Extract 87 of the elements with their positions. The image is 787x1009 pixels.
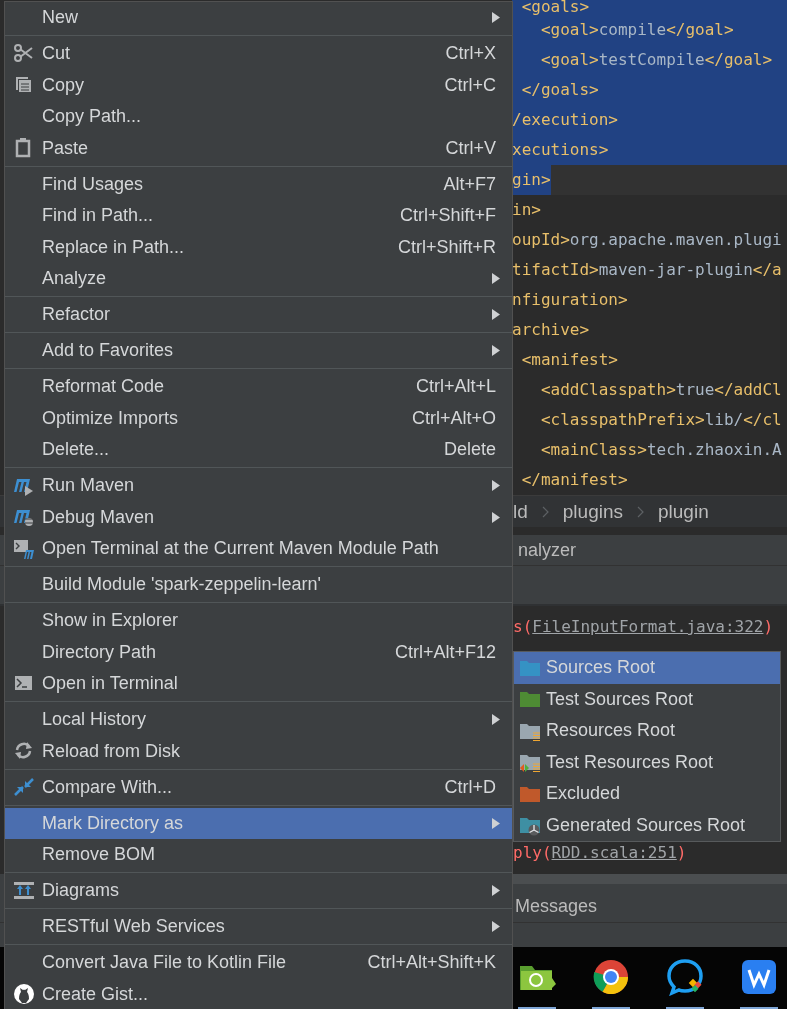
menu-item[interactable]: Reformat Code Ctrl+Alt+L — [5, 371, 512, 403]
submenu-arrow-icon — [492, 273, 500, 285]
menu-item[interactable]: Refactor — [5, 299, 512, 331]
shortcut-label: Ctrl+V — [445, 137, 496, 159]
submenu-arrow-icon — [492, 921, 500, 933]
chat-icon — [666, 958, 704, 996]
menu-item[interactable]: Local History — [5, 704, 512, 736]
menu-item[interactable]: Copy Path... — [5, 101, 512, 133]
menu-item[interactable]: Paste Ctrl+V — [5, 132, 512, 164]
link[interactable]: FileInputFormat.java:322 — [532, 617, 764, 636]
menu-item[interactable]: Build Module 'spark-zeppelin-learn' — [5, 569, 512, 601]
scissors-icon — [12, 42, 35, 65]
shortcut-label: Alt+F7 — [443, 173, 496, 195]
code-line: archive> — [512, 319, 591, 341]
shortcut-label: Delete — [443, 439, 496, 461]
menu-item[interactable]: Compare With... Ctrl+D — [5, 771, 512, 803]
shortcut-label: Ctrl+Alt+L — [415, 376, 496, 398]
link[interactable]: RDD.scala:251 — [551, 843, 677, 862]
code-line: </manifest> — [520, 469, 629, 491]
submenu-arrow-icon — [492, 511, 500, 523]
browser-icon — [592, 958, 630, 996]
submenu-item[interactable]: Excluded — [514, 778, 780, 810]
submenu-item[interactable]: Test Sources Root — [514, 683, 780, 715]
submenu-arrow-icon — [492, 480, 500, 492]
code-line: in> — [512, 199, 542, 221]
menu-item[interactable]: Run Maven — [5, 470, 512, 502]
menu-item[interactable]: Copy Ctrl+C — [5, 69, 512, 101]
submenu-arrow-icon — [492, 885, 500, 897]
shortcut-label: Ctrl+C — [444, 74, 496, 96]
code-line: <classpathPrefix>lib/</cl — [539, 409, 783, 431]
menu-item[interactable]: Open in Terminal — [5, 668, 512, 700]
shortcut-label: Ctrl+Alt+O — [411, 407, 496, 429]
shortcut-label: Ctrl+Alt+Shift+K — [367, 952, 496, 974]
breadcrumb-item[interactable]: ld — [513, 500, 528, 523]
terminal-icon — [12, 537, 35, 560]
cat-icon — [12, 983, 35, 1006]
code-line: <mainClass>tech.zhaoxin.A — [539, 439, 783, 461]
shortcut-label: Ctrl+Alt+F12 — [394, 641, 496, 663]
menu-item[interactable]: Reload from Disk — [5, 735, 512, 767]
submenu-arrow-icon — [492, 309, 500, 321]
menu-item[interactable]: Remove BOM — [5, 839, 512, 871]
submenu-item[interactable]: Resources Root — [514, 715, 780, 747]
office-app-icon — [740, 958, 778, 996]
menu-item[interactable]: Convert Java File to Kotlin File Ctrl+Alt+Shift+K — [5, 947, 512, 979]
menu-item[interactable]: Replace in Path... Ctrl+Shift+R — [5, 231, 512, 263]
shortcut-label: Ctrl+Shift+R — [397, 236, 496, 258]
console-line: s(FileInputFormat.java:322) — [513, 616, 774, 638]
menu-item[interactable]: Open Terminal at the Current Maven Module Path — [5, 533, 512, 565]
code-line: <addClasspath>true</addCl — [539, 379, 783, 401]
console-line: ply(RDD.scala:251) — [513, 842, 687, 864]
chevron-icon — [637, 505, 644, 518]
shortcut-label: Ctrl+D — [444, 776, 496, 798]
submenu-item[interactable]: Test Resources Root — [514, 746, 780, 778]
tool-window-title[interactable]: nalyzer — [518, 539, 577, 561]
menu-item[interactable]: Cut Ctrl+X — [5, 38, 512, 70]
menu-item[interactable]: Analyze — [5, 263, 512, 295]
menu-item[interactable]: Delete... Delete — [5, 434, 512, 466]
shortcut-label: Ctrl+Shift+F — [399, 205, 496, 227]
code-line: nfiguration> — [512, 289, 629, 311]
menu-item[interactable]: Create Gist... — [5, 978, 512, 1009]
breadcrumb-item[interactable]: plugins — [562, 500, 623, 523]
menu-item[interactable]: Show in Explorer — [5, 605, 512, 637]
menu-item[interactable]: Debug Maven — [5, 501, 512, 533]
submenu-item[interactable]: Sources Root — [514, 652, 780, 684]
diagram-icon — [12, 879, 35, 902]
scroll-bar[interactable] — [513, 874, 787, 884]
menu-item[interactable]: Optimize Imports Ctrl+Alt+O — [5, 402, 512, 434]
code-line: <manifest> — [520, 349, 619, 371]
menu-item[interactable]: Find in Path... Ctrl+Shift+F — [5, 200, 512, 232]
code-line: tifactId>maven-jar-plugin</a — [512, 259, 783, 281]
code-line: oupId>org.apache.maven.plugi — [512, 229, 783, 251]
submenu-arrow-icon — [492, 345, 500, 357]
menu-item[interactable]: New — [5, 2, 512, 34]
submenu-arrow-icon — [492, 714, 500, 726]
menu-item[interactable]: RESTful Web Services — [5, 911, 512, 943]
messages-tab[interactable]: Messages — [515, 895, 598, 917]
submenu-item[interactable]: Generated Sources Root — [514, 809, 780, 841]
shortcut-label: Ctrl+X — [445, 43, 496, 65]
menu-item[interactable]: Diagrams — [5, 875, 512, 907]
breadcrumb-item[interactable]: plugin — [658, 500, 709, 523]
menu-item[interactable]: Find Usages Alt+F7 — [5, 168, 512, 200]
chevron-icon — [541, 505, 549, 518]
menu-item[interactable]: Directory Path Ctrl+Alt+F12 — [5, 636, 512, 668]
submenu-arrow-icon — [492, 12, 500, 24]
menu-item[interactable]: Mark Directory as — [5, 807, 512, 839]
menu-item[interactable]: Add to Favorites — [5, 335, 512, 367]
submenu-arrow-icon — [492, 817, 500, 829]
